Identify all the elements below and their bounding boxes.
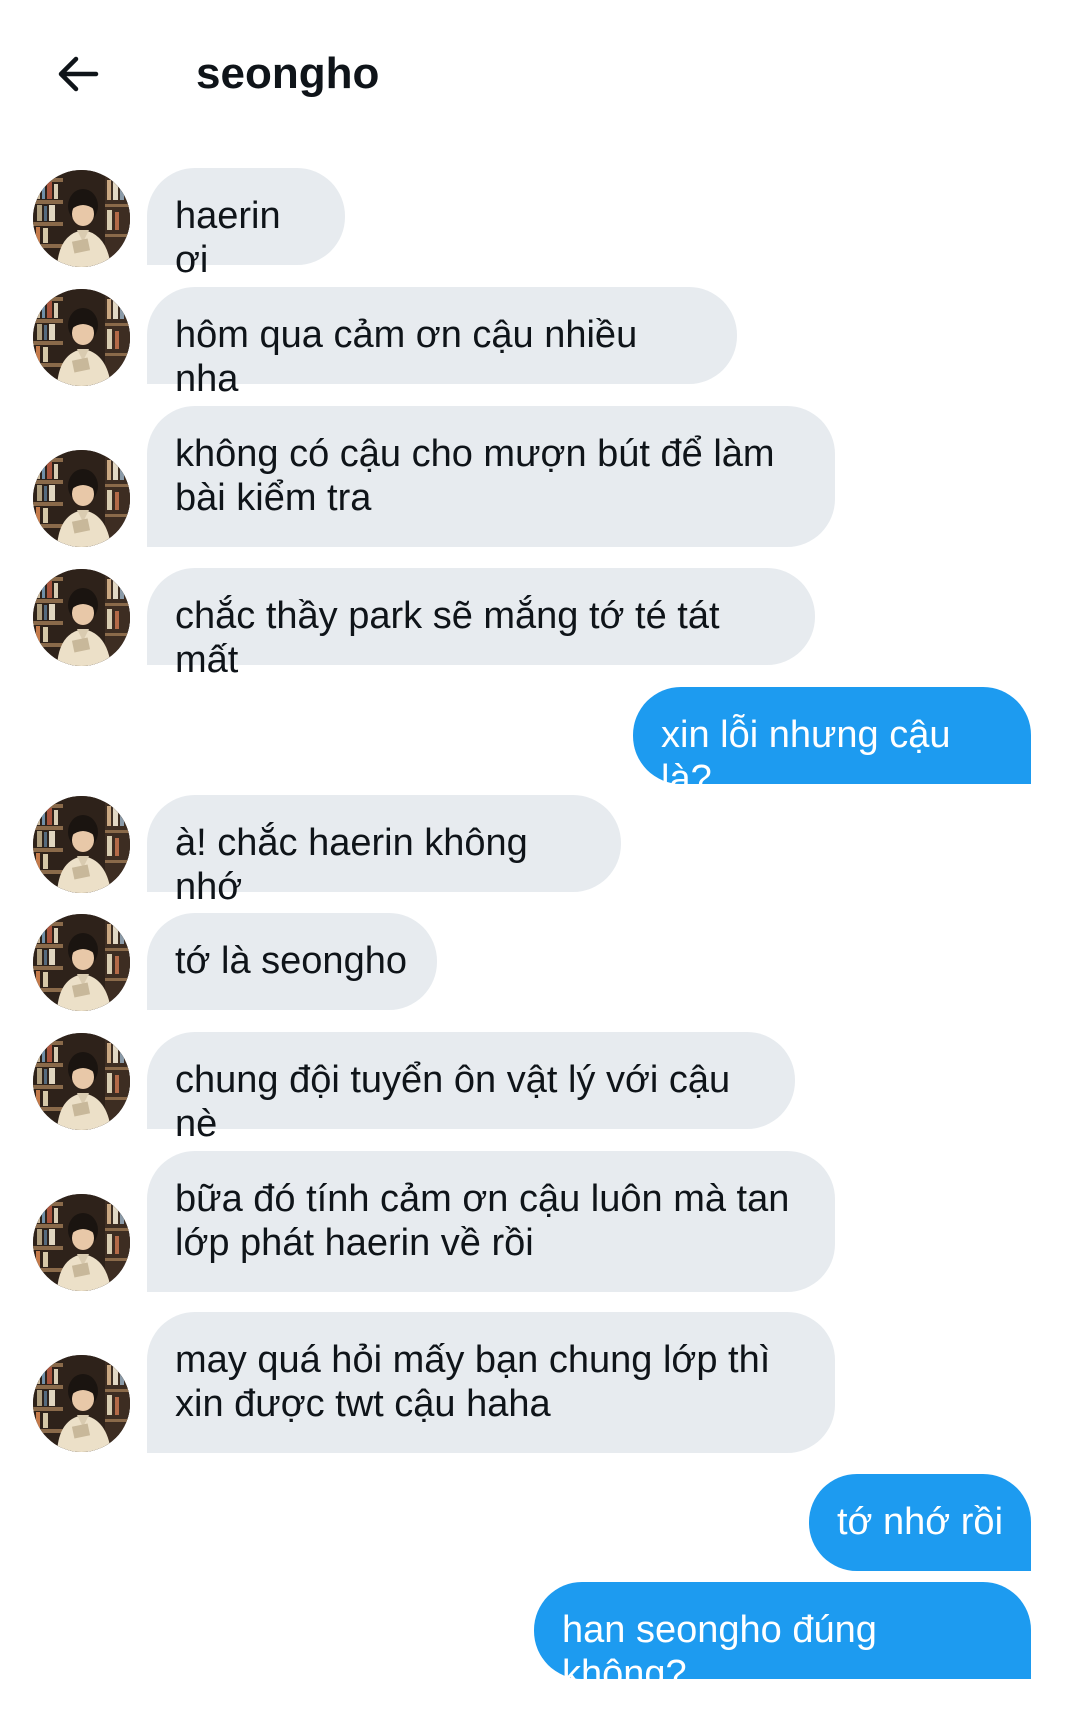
message-bubble-incoming: bữa đó tính cảm ơn cậu luôn mà tan lớp p… xyxy=(147,1151,835,1292)
avatar-image xyxy=(33,289,130,386)
avatar-image xyxy=(33,1355,130,1452)
avatar[interactable] xyxy=(33,796,130,893)
avatar-image xyxy=(33,914,130,1011)
avatar-image xyxy=(33,1033,130,1130)
avatar-image xyxy=(33,450,130,547)
message-bubble-incoming: à! chắc haerin không nhớ xyxy=(147,795,621,908)
back-button[interactable] xyxy=(48,44,108,104)
avatar[interactable] xyxy=(33,1033,130,1130)
avatar[interactable] xyxy=(33,1355,130,1452)
message-bubble-incoming: may quá hỏi mấy bạn chung lớp thì xin đư… xyxy=(147,1312,835,1453)
message-bubble-incoming: tớ là seongho xyxy=(147,913,437,1010)
message-bubble-incoming: chắc thầy park sẽ mắng tớ té tát mất xyxy=(147,568,815,681)
message-bubble-incoming: haerin ơi xyxy=(147,168,345,281)
message-bubble-outgoing: xin lỗi nhưng cậu là? xyxy=(633,687,1031,800)
message-bubble-incoming: không có cậu cho mượn bút để làm bài kiể… xyxy=(147,406,835,547)
avatar-image xyxy=(33,796,130,893)
avatar-image xyxy=(33,170,130,267)
message-bubble-outgoing: tớ nhớ rồi xyxy=(809,1474,1031,1571)
arrow-left-icon xyxy=(58,56,99,92)
avatar-image xyxy=(33,1194,130,1291)
message-bubble-incoming: chung đội tuyển ôn vật lý với cậu nè xyxy=(147,1032,795,1145)
chat-header: seongho xyxy=(0,0,1080,140)
avatar[interactable] xyxy=(33,914,130,1011)
avatar[interactable] xyxy=(33,289,130,386)
message-bubble-outgoing: han seongho đúng không? xyxy=(534,1582,1031,1695)
avatar[interactable] xyxy=(33,450,130,547)
avatar[interactable] xyxy=(33,170,130,267)
avatar[interactable] xyxy=(33,569,130,666)
conversation-title: seongho xyxy=(196,49,380,98)
avatar-image xyxy=(33,569,130,666)
message-bubble-incoming: hôm qua cảm ơn cậu nhiều nha xyxy=(147,287,737,400)
avatar[interactable] xyxy=(33,1194,130,1291)
